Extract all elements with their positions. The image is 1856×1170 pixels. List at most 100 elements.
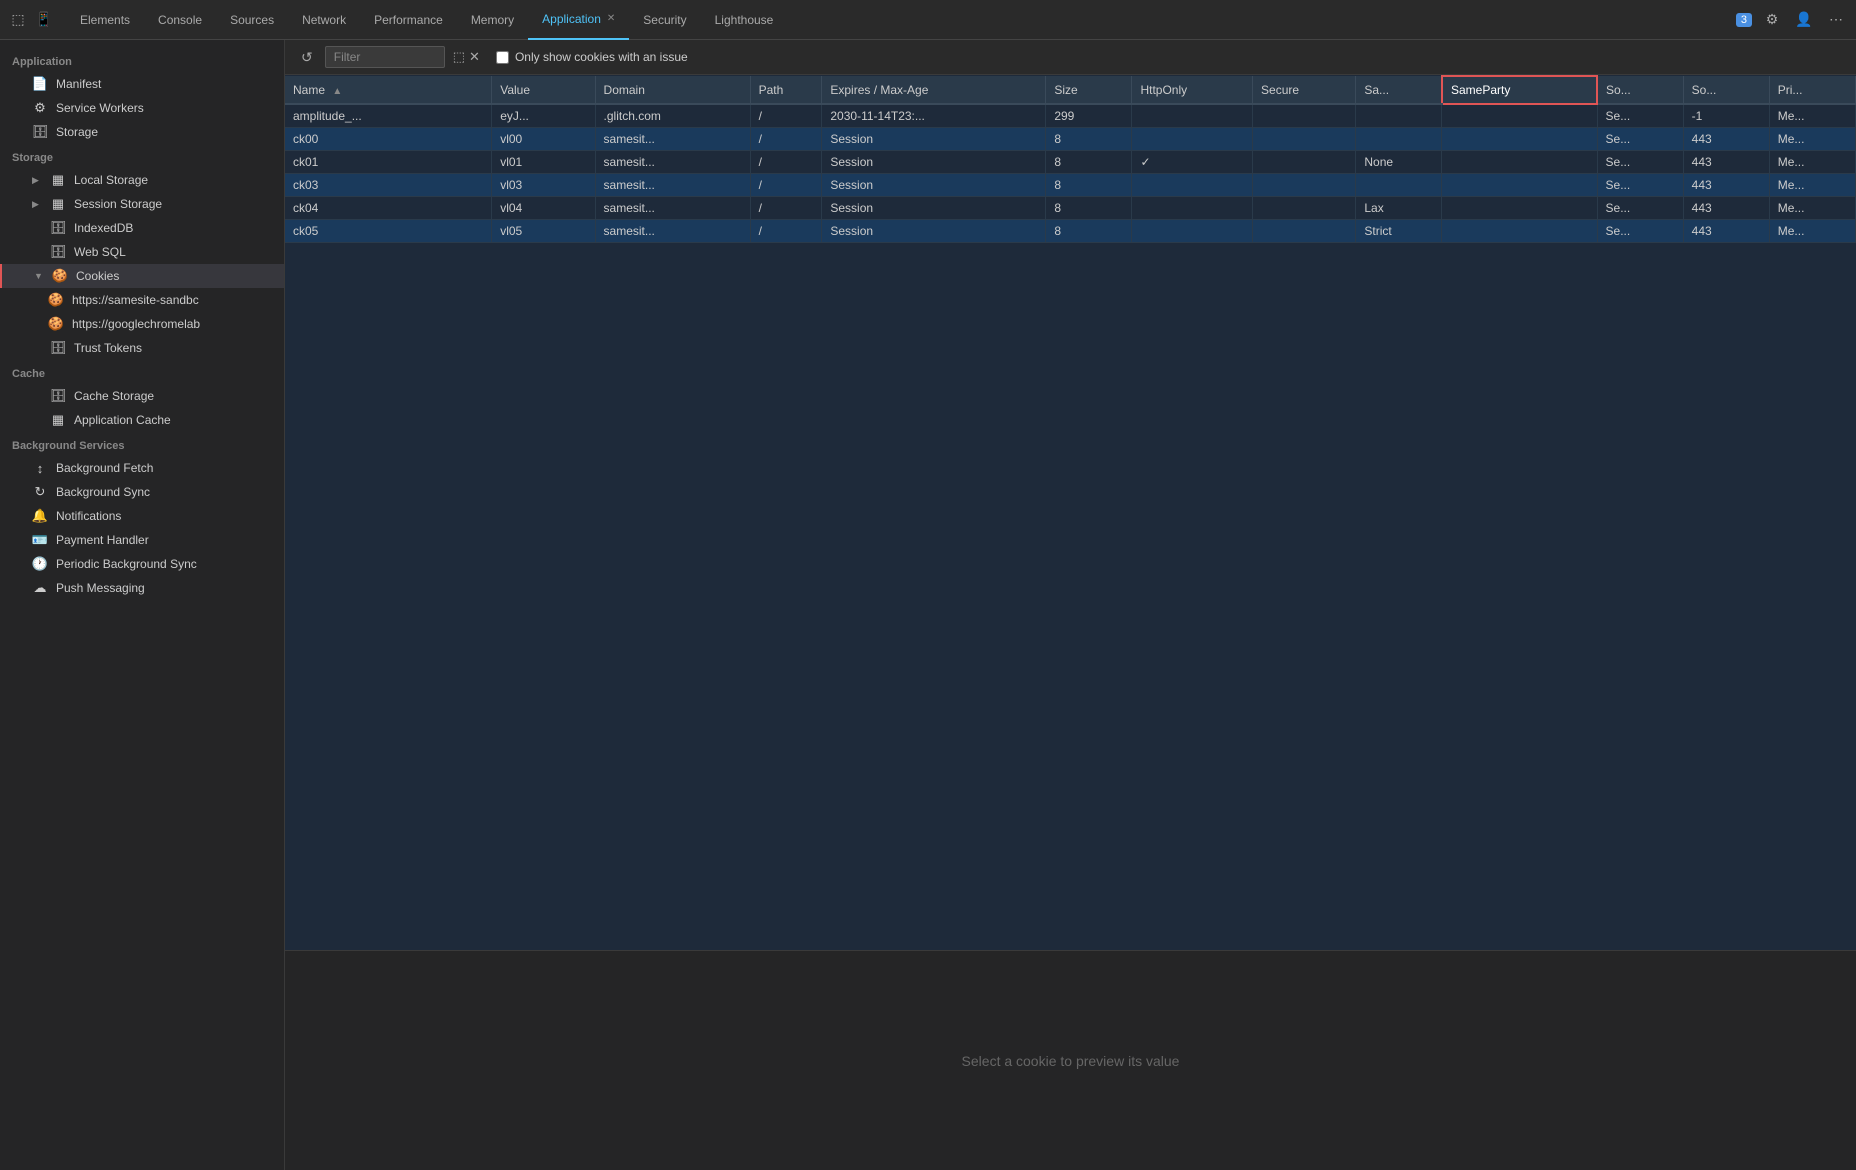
sidebar-item-trust-tokens[interactable]: ▶ 🗄 Trust Tokens	[0, 336, 284, 360]
col-httponly[interactable]: HttpOnly	[1132, 76, 1253, 104]
col-so2[interactable]: So...	[1683, 76, 1769, 104]
cookie-icon: 🍪	[48, 292, 64, 308]
sidebar-item-label: Cache Storage	[74, 389, 154, 403]
sidebar-item-label: Local Storage	[74, 173, 148, 187]
sidebar-item-label: Session Storage	[74, 197, 162, 211]
sidebar-item-label: Periodic Background Sync	[56, 557, 197, 571]
sidebar-item-label: https://googlechromelab	[72, 317, 200, 331]
sidebar-item-label: https://samesite-sandbc	[72, 293, 199, 307]
storage-icon: 🗄	[32, 124, 48, 140]
push-messaging-icon: ☁	[32, 580, 48, 596]
sidebar-item-payment-handler[interactable]: 🪪 Payment Handler	[0, 528, 284, 552]
sidebar-item-background-sync[interactable]: ↻ Background Sync	[0, 480, 284, 504]
col-size[interactable]: Size	[1046, 76, 1132, 104]
sidebar-item-label: Trust Tokens	[74, 341, 142, 355]
tab-application[interactable]: Application ✕	[528, 0, 629, 40]
cookie-icon: 🍪	[48, 316, 64, 332]
sidebar-item-storage[interactable]: 🗄 Storage	[0, 120, 284, 144]
table-row[interactable]: ck03vl03samesit.../Session8Se...443Me...	[285, 174, 1856, 197]
toolbar: ↺ ⬚ ✕ Only show cookies with an issue	[285, 40, 1856, 75]
sidebar-item-web-sql[interactable]: ▶ 🗄 Web SQL	[0, 240, 284, 264]
sidebar-item-label: Background Sync	[56, 485, 150, 499]
sidebar-item-label: Payment Handler	[56, 533, 149, 547]
table-row[interactable]: ck00vl00samesit.../Session8Se...443Me...	[285, 128, 1856, 151]
badge-count: 3	[1736, 13, 1752, 27]
tab-performance[interactable]: Performance	[360, 0, 457, 40]
col-name[interactable]: Name ▲	[285, 76, 492, 104]
sidebar-item-background-fetch[interactable]: ↕ Background Fetch	[0, 456, 284, 480]
cache-storage-icon: 🗄	[50, 388, 66, 404]
user-icon[interactable]: 👤	[1792, 8, 1816, 32]
checkbox-label-text: Only show cookies with an issue	[515, 50, 688, 64]
col-path[interactable]: Path	[750, 76, 822, 104]
table-row[interactable]: ck04vl04samesit.../Session8LaxSe...443Me…	[285, 197, 1856, 220]
arrow-icon: ▼	[34, 271, 44, 281]
sidebar-item-cache-storage[interactable]: ▶ 🗄 Cache Storage	[0, 384, 284, 408]
more-icon[interactable]: ⋯	[1824, 8, 1848, 32]
sidebar-item-label: IndexedDB	[74, 221, 133, 235]
cursor-icon[interactable]: ⬚	[8, 10, 28, 30]
tab-security[interactable]: Security	[629, 0, 700, 40]
col-sa[interactable]: Sa...	[1356, 76, 1442, 104]
sidebar-item-session-storage[interactable]: ▶ ▦ Session Storage	[0, 192, 284, 216]
col-pri[interactable]: Pri...	[1769, 76, 1855, 104]
clear-filter-icon[interactable]: ✕	[469, 49, 480, 65]
sidebar-item-periodic-bg-sync[interactable]: 🕐 Periodic Background Sync	[0, 552, 284, 576]
issue-filter-checkbox-label[interactable]: Only show cookies with an issue	[496, 50, 688, 64]
col-expires[interactable]: Expires / Max-Age	[822, 76, 1046, 104]
tab-sources[interactable]: Sources	[216, 0, 288, 40]
col-so1[interactable]: So...	[1597, 76, 1683, 104]
sidebar-item-push-messaging[interactable]: ☁ Push Messaging	[0, 576, 284, 600]
sidebar-item-cookie-samesite[interactable]: 🍪 https://samesite-sandbc	[0, 288, 284, 312]
cache-section-label: Cache	[0, 360, 284, 384]
table-row[interactable]: ck05vl05samesit.../Session8StrictSe...44…	[285, 220, 1856, 243]
tab-elements[interactable]: Elements	[66, 0, 144, 40]
sidebar-item-label: Background Fetch	[56, 461, 153, 475]
col-sameparty[interactable]: SameParty	[1442, 76, 1597, 104]
sidebar-item-service-workers[interactable]: ⚙ Service Workers	[0, 96, 284, 120]
col-secure[interactable]: Secure	[1253, 76, 1356, 104]
sidebar-item-label: Manifest	[56, 77, 101, 91]
issue-filter-checkbox[interactable]	[496, 51, 509, 64]
local-storage-icon: ▦	[50, 172, 66, 188]
sidebar-item-manifest[interactable]: 📄 Manifest	[0, 72, 284, 96]
col-value[interactable]: Value	[492, 76, 595, 104]
cookies-icon: 🍪	[52, 268, 68, 284]
sidebar-item-cookie-googlechrome[interactable]: 🍪 https://googlechromelab	[0, 312, 284, 336]
table-row[interactable]: amplitude_...eyJ....glitch.com/2030-11-1…	[285, 104, 1856, 128]
arrow-icon: ▶	[32, 199, 42, 210]
col-domain[interactable]: Domain	[595, 76, 750, 104]
sidebar-item-label: Notifications	[56, 509, 121, 523]
tab-network[interactable]: Network	[288, 0, 360, 40]
bg-services-section-label: Background Services	[0, 432, 284, 456]
sidebar-item-cookies[interactable]: ▼ 🍪 Cookies	[0, 264, 284, 288]
tab-lighthouse[interactable]: Lighthouse	[701, 0, 788, 40]
cookies-table-wrapper: Name ▲ Value Domain Path	[285, 75, 1856, 950]
tab-console[interactable]: Console	[144, 0, 216, 40]
tab-close-icon[interactable]: ✕	[607, 13, 615, 24]
device-icon[interactable]: 📱	[34, 10, 54, 30]
background-sync-icon: ↻	[32, 484, 48, 500]
sidebar-item-application-cache[interactable]: ▶ ▦ Application Cache	[0, 408, 284, 432]
settings-icon[interactable]: ⚙	[1760, 8, 1784, 32]
application-cache-icon: ▦	[50, 412, 66, 428]
tab-memory[interactable]: Memory	[457, 0, 528, 40]
sidebar-item-label: Web SQL	[74, 245, 126, 259]
sidebar-item-label: Push Messaging	[56, 581, 145, 595]
content-area: ↺ ⬚ ✕ Only show cookies with an issue Na…	[285, 40, 1856, 1170]
table-row[interactable]: ck01vl01samesit.../Session8✓NoneSe...443…	[285, 151, 1856, 174]
sidebar-item-indexeddb[interactable]: ▶ 🗄 IndexedDB	[0, 216, 284, 240]
sidebar-item-label: Cookies	[76, 269, 119, 283]
sidebar: Application 📄 Manifest ⚙ Service Workers…	[0, 40, 285, 1170]
manifest-icon: 📄	[32, 76, 48, 92]
notifications-icon: 🔔	[32, 508, 48, 524]
table-header-row: Name ▲ Value Domain Path	[285, 76, 1856, 104]
devtools-icons: ⬚ 📱	[8, 10, 54, 30]
filter-input[interactable]	[325, 46, 445, 68]
storage-section-label: Storage	[0, 144, 284, 168]
filter-options-icon[interactable]: ⬚	[453, 49, 465, 65]
refresh-button[interactable]: ↺	[297, 47, 317, 68]
tab-bar-right: 3 ⚙ 👤 ⋯	[1736, 8, 1848, 32]
sidebar-item-notifications[interactable]: 🔔 Notifications	[0, 504, 284, 528]
sidebar-item-local-storage[interactable]: ▶ ▦ Local Storage	[0, 168, 284, 192]
